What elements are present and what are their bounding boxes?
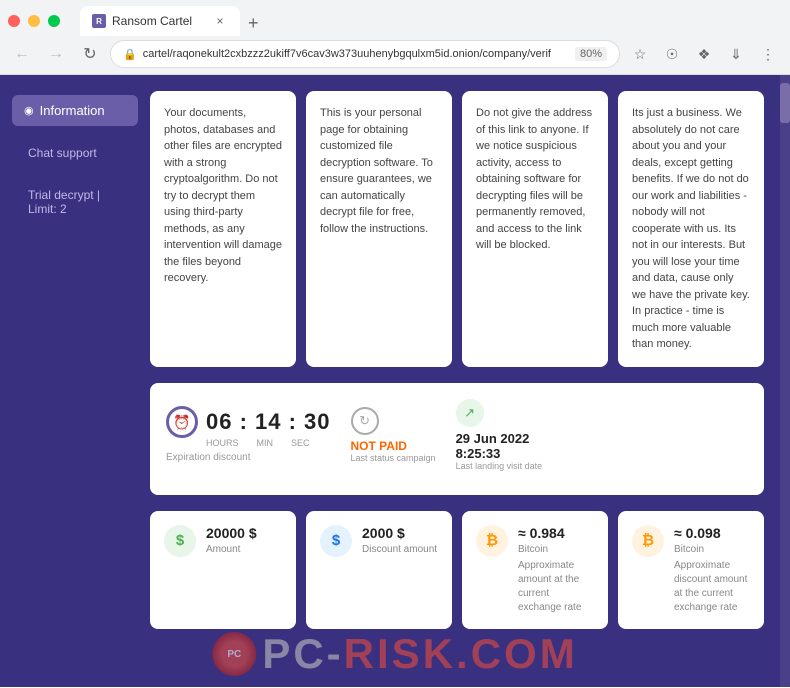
payment-status-section: ↻ NOT PAID Last status campaign bbox=[351, 407, 436, 463]
timer-icon: ⏰ bbox=[166, 406, 198, 438]
main-content: Your documents, photos, databases and ot… bbox=[150, 75, 780, 687]
amount-info-1: 20000 $ Amount bbox=[206, 525, 257, 557]
card-4: Its just a business. We absolutely do no… bbox=[618, 91, 764, 367]
sidebar-item-chat[interactable]: Chat support bbox=[12, 138, 138, 168]
amount-card-4: ₿ ≈ 0.098 Bitcoin Approximate discount a… bbox=[618, 511, 764, 629]
timer-value: 06 : 14 : 30 bbox=[206, 409, 331, 435]
amount-icon-2: $ bbox=[320, 525, 352, 557]
expiration-label: Expiration discount bbox=[166, 452, 251, 463]
sidebar-item-label: Trial decrypt | Limit: 2 bbox=[28, 188, 100, 216]
refresh-status-icon: ↻ bbox=[351, 407, 379, 435]
tab-title: Ransom Cartel bbox=[112, 14, 192, 28]
menu-icon[interactable]: ⋮ bbox=[754, 40, 782, 68]
payment-status-badge: NOT PAID bbox=[351, 439, 407, 453]
sidebar-item-trial[interactable]: Trial decrypt | Limit: 2 bbox=[12, 180, 138, 224]
amount-card-2: $ 2000 $ Discount amount bbox=[306, 511, 452, 629]
card-4-text: Its just a business. We absolutely do no… bbox=[632, 107, 750, 350]
back-button[interactable]: ← bbox=[8, 40, 36, 68]
tab-close-button[interactable]: × bbox=[212, 13, 228, 29]
lock-icon: 🔒 bbox=[123, 48, 137, 61]
tab-favicon: R bbox=[92, 14, 106, 28]
page-content: Information Chat support Trial decrypt |… bbox=[0, 75, 790, 687]
amount-value-3: ≈ 0.984 bbox=[518, 525, 594, 541]
card-2-text: This is your personal page for obtaining… bbox=[320, 107, 433, 235]
zoom-level: 80% bbox=[575, 47, 607, 61]
amount-info-4: ≈ 0.098 Bitcoin Approximate discount amo… bbox=[674, 525, 750, 615]
amount-icon-1: $ bbox=[164, 525, 196, 557]
browser-chrome: R Ransom Cartel × + ← → ↻ 🔒 cartel/raqon… bbox=[0, 0, 790, 75]
sidebar-item-label: Information bbox=[40, 103, 105, 118]
card-3: Do not give the address of this link to … bbox=[462, 91, 608, 367]
extension-icon[interactable]: ❖ bbox=[690, 40, 718, 68]
last-status-label: Last status campaign bbox=[351, 453, 436, 463]
cards-row: Your documents, photos, databases and ot… bbox=[150, 91, 764, 367]
scrollbar[interactable] bbox=[780, 75, 790, 687]
date-value: 29 Jun 2022 8:25:33 bbox=[456, 431, 530, 461]
amount-sublabel-3: Bitcoin bbox=[518, 543, 594, 557]
amount-value-2: 2000 $ bbox=[362, 525, 437, 541]
scrollbar-thumb[interactable] bbox=[780, 83, 790, 123]
timer-labels: HOURS MIN SEC bbox=[206, 438, 310, 448]
date-label: Last landing visit date bbox=[456, 461, 543, 471]
url-text: cartel/raqonekult2cxbzzz2ukiff7v6cav3w37… bbox=[143, 48, 569, 60]
amount-label-1: Amount bbox=[206, 543, 257, 557]
new-tab-button[interactable]: + bbox=[240, 10, 267, 36]
shield-icon[interactable]: ☉ bbox=[658, 40, 686, 68]
hours-label: HOURS bbox=[206, 438, 239, 448]
amount-label-2: Discount amount bbox=[362, 543, 437, 557]
tab-bar: R Ransom Cartel × + bbox=[72, 6, 275, 36]
refresh-button[interactable]: ↻ bbox=[76, 40, 104, 68]
min-label: MIN bbox=[257, 438, 274, 448]
status-panel: ⏰ 06 : 14 : 30 HOURS MIN SEC Expiration … bbox=[150, 383, 764, 495]
card-1: Your documents, photos, databases and ot… bbox=[150, 91, 296, 367]
trend-icon: ↗ bbox=[456, 399, 484, 427]
date-section: ↗ 29 Jun 2022 8:25:33 Last landing visit… bbox=[456, 399, 543, 471]
amount-label-4: Approximate discount amount at the curre… bbox=[674, 559, 750, 615]
amount-card-3: ₿ ≈ 0.984 Bitcoin Approximate amount at … bbox=[462, 511, 608, 629]
maximize-button[interactable] bbox=[48, 15, 60, 27]
toolbar-icons: ☆ ☉ ❖ ⇓ ⋮ bbox=[626, 40, 782, 68]
sidebar: Information Chat support Trial decrypt |… bbox=[0, 75, 150, 687]
active-tab[interactable]: R Ransom Cartel × bbox=[80, 6, 240, 36]
card-1-text: Your documents, photos, databases and ot… bbox=[164, 107, 282, 284]
card-2: This is your personal page for obtaining… bbox=[306, 91, 452, 367]
url-bar[interactable]: 🔒 cartel/raqonekult2cxbzzz2ukiff7v6cav3w… bbox=[110, 40, 620, 68]
amount-card-1: $ 20000 $ Amount bbox=[150, 511, 296, 629]
sec-label: SEC bbox=[291, 438, 310, 448]
bookmark-button[interactable]: ☆ bbox=[626, 40, 654, 68]
minimize-button[interactable] bbox=[28, 15, 40, 27]
amount-icon-4: ₿ bbox=[632, 525, 664, 557]
amounts-row: $ 20000 $ Amount $ 2000 $ Discount amoun… bbox=[150, 511, 764, 629]
sidebar-item-label: Chat support bbox=[28, 146, 97, 160]
timer-display: ⏰ 06 : 14 : 30 bbox=[166, 406, 331, 438]
amount-value-4: ≈ 0.098 bbox=[674, 525, 750, 541]
forward-button[interactable]: → bbox=[42, 40, 70, 68]
sidebar-item-information[interactable]: Information bbox=[12, 95, 138, 126]
amount-label-3: Approximate amount at the current exchan… bbox=[518, 559, 594, 615]
window-controls bbox=[8, 15, 60, 27]
status-row: ⏰ 06 : 14 : 30 HOURS MIN SEC Expiration … bbox=[166, 399, 748, 471]
amount-info-3: ≈ 0.984 Bitcoin Approximate amount at th… bbox=[518, 525, 594, 615]
timer-section: ⏰ 06 : 14 : 30 HOURS MIN SEC Expiration … bbox=[166, 406, 331, 463]
download-icon[interactable]: ⇓ bbox=[722, 40, 750, 68]
amount-sublabel-4: Bitcoin bbox=[674, 543, 750, 557]
title-bar: R Ransom Cartel × + bbox=[0, 0, 790, 36]
close-button[interactable] bbox=[8, 15, 20, 27]
address-bar: ← → ↻ 🔒 cartel/raqonekult2cxbzzz2ukiff7v… bbox=[0, 36, 790, 74]
amount-info-2: 2000 $ Discount amount bbox=[362, 525, 437, 557]
amount-value-1: 20000 $ bbox=[206, 525, 257, 541]
amount-icon-3: ₿ bbox=[476, 525, 508, 557]
card-3-text: Do not give the address of this link to … bbox=[476, 107, 592, 251]
